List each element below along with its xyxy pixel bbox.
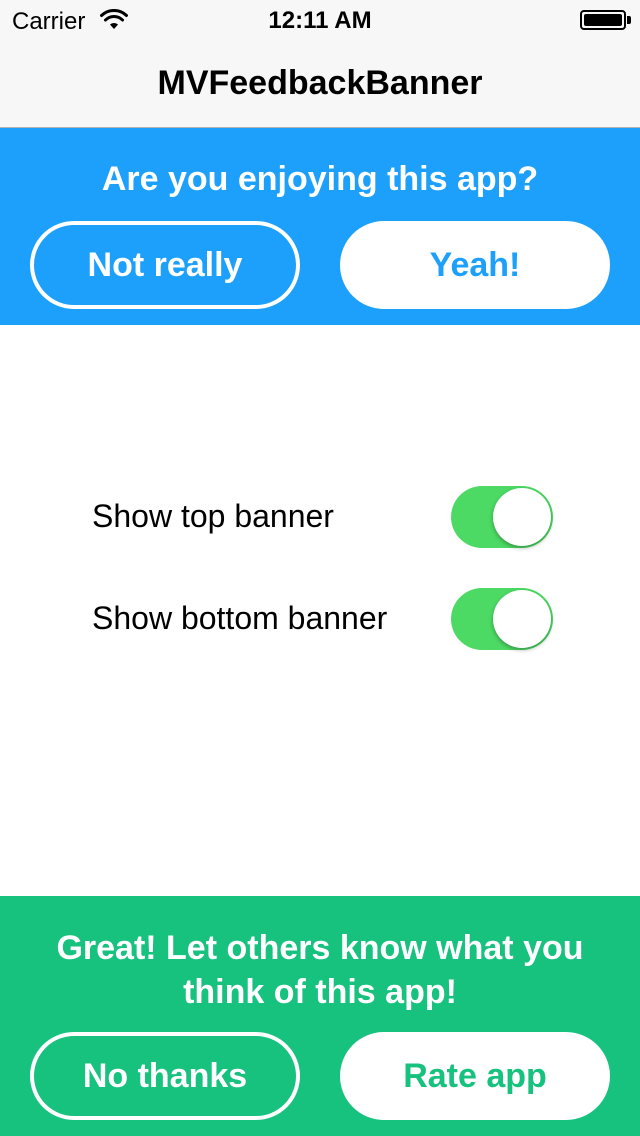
banner-message: Great! Let others know what you think of… xyxy=(56,929,584,1011)
page-title: MVFeedbackBanner xyxy=(157,64,483,102)
navigation-bar: MVFeedbackBanner xyxy=(0,40,640,128)
status-time: 12:11 AM xyxy=(268,7,372,34)
banner-question: Are you enjoying this app? xyxy=(101,160,539,198)
toggle-knob xyxy=(493,590,551,648)
rate-app-button[interactable]: Rate app xyxy=(340,1032,610,1120)
setting-label: Show top banner xyxy=(92,498,334,534)
battery-tip xyxy=(627,16,631,24)
top-feedback-banner: Are you enjoying this app? Not really Ye… xyxy=(0,128,640,325)
show-top-banner-toggle[interactable] xyxy=(451,486,553,548)
bottom-feedback-banner: Great! Let others know what you think of… xyxy=(0,896,640,1136)
no-thanks-button[interactable]: No thanks xyxy=(30,1032,300,1120)
setting-row-bottom-banner: Show bottom banner xyxy=(92,588,562,652)
show-bottom-banner-toggle[interactable] xyxy=(451,588,553,650)
yeah-button[interactable]: Yeah! xyxy=(340,221,610,309)
toggle-knob xyxy=(493,488,551,546)
setting-row-top-banner: Show top banner xyxy=(92,486,562,550)
not-really-button[interactable]: Not really xyxy=(30,221,300,309)
battery-icon xyxy=(580,10,626,30)
setting-label: Show bottom banner xyxy=(92,600,388,636)
status-bar: Carrier 12:11 AM xyxy=(0,0,640,40)
